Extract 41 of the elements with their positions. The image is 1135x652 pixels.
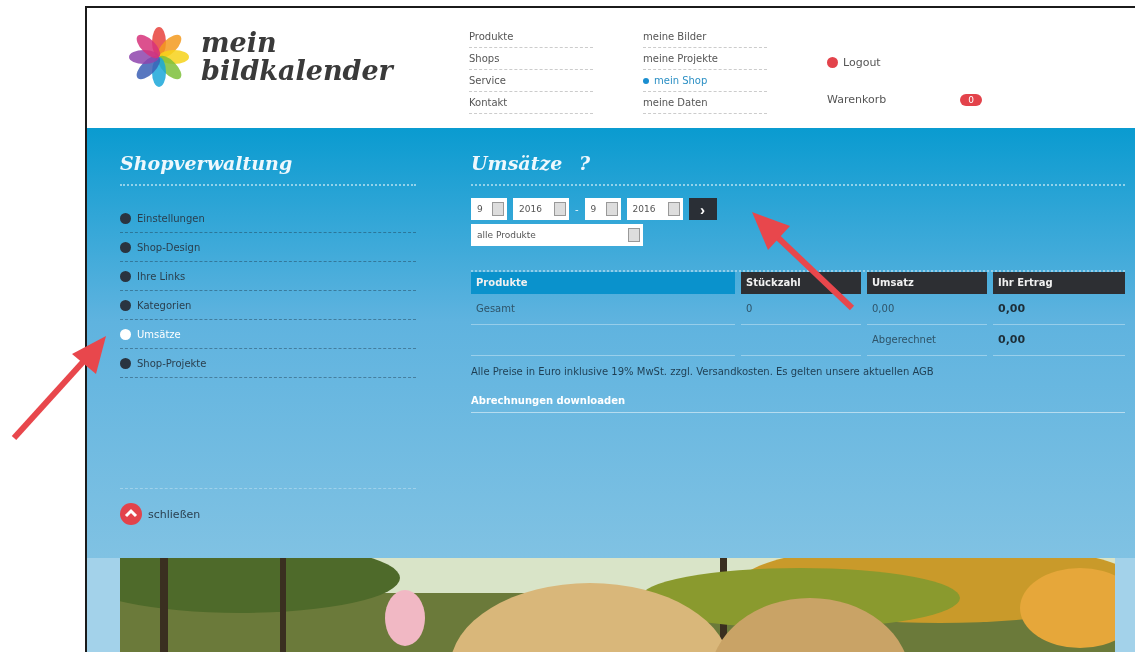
date-select[interactable]: 9	[584, 198, 621, 220]
sidebar-item[interactable]: Einstellungen	[120, 204, 416, 233]
table-cell: 0,00	[993, 294, 1125, 325]
date-select[interactable]: 2016	[626, 198, 683, 220]
collapse-icon	[120, 503, 142, 525]
sidebar-title: Shopverwaltung	[120, 152, 416, 186]
sidebar-item[interactable]: Shop-Projekte	[120, 349, 416, 378]
flower-logo-icon	[129, 26, 189, 88]
nav-link[interactable]: Produkte	[469, 26, 593, 48]
column-header: Produkte	[471, 272, 735, 294]
column-header: Umsatz	[867, 272, 987, 294]
sidebar-item[interactable]: Ihre Links	[120, 262, 416, 291]
go-button[interactable]: ›	[688, 198, 717, 220]
close-link[interactable]: schließen	[120, 488, 416, 525]
logo-text: bildkalender	[201, 57, 393, 85]
nav-link[interactable]: Service	[469, 70, 593, 92]
nav-link[interactable]: meine Daten	[643, 92, 767, 114]
cart-count: 0	[960, 93, 982, 106]
logout-link[interactable]: Logout	[827, 56, 987, 69]
sidebar-item[interactable]: Kategorien	[120, 291, 416, 320]
price-note: Alle Preise in Euro inklusive 19% MwSt. zzgl. Versandkosten. Es gelten unsere aktuellen AGB	[471, 366, 935, 377]
nav-link[interactable]: meine Projekte	[643, 48, 767, 70]
table-cell: 0	[741, 294, 861, 325]
range-separator: -	[575, 203, 579, 215]
table-cell: Gesamt	[471, 294, 735, 325]
nav-link[interactable]: Kontakt	[469, 92, 593, 114]
section-title: Umsätze	[471, 152, 563, 174]
date-select[interactable]: 2016	[513, 198, 569, 220]
nav-link[interactable]: Shops	[469, 48, 593, 70]
table-cell: Abgerechnet	[867, 325, 987, 356]
column-header: Stückzahl	[741, 272, 861, 294]
table-cell: 0,00	[867, 294, 987, 325]
sidebar-item[interactable]: Shop-Design	[120, 233, 416, 262]
nav-link[interactable]: meine Bilder	[643, 26, 767, 48]
date-select[interactable]: 9	[471, 198, 507, 220]
nav-link[interactable]: mein Shop	[643, 70, 767, 92]
column-header: Ihr Ertrag	[993, 272, 1125, 294]
table-cell: 0,00	[993, 325, 1125, 356]
cart-link[interactable]: Warenkorb	[827, 93, 887, 106]
logo-text: mein	[201, 29, 278, 57]
product-select[interactable]: alle Produkte	[471, 224, 643, 246]
